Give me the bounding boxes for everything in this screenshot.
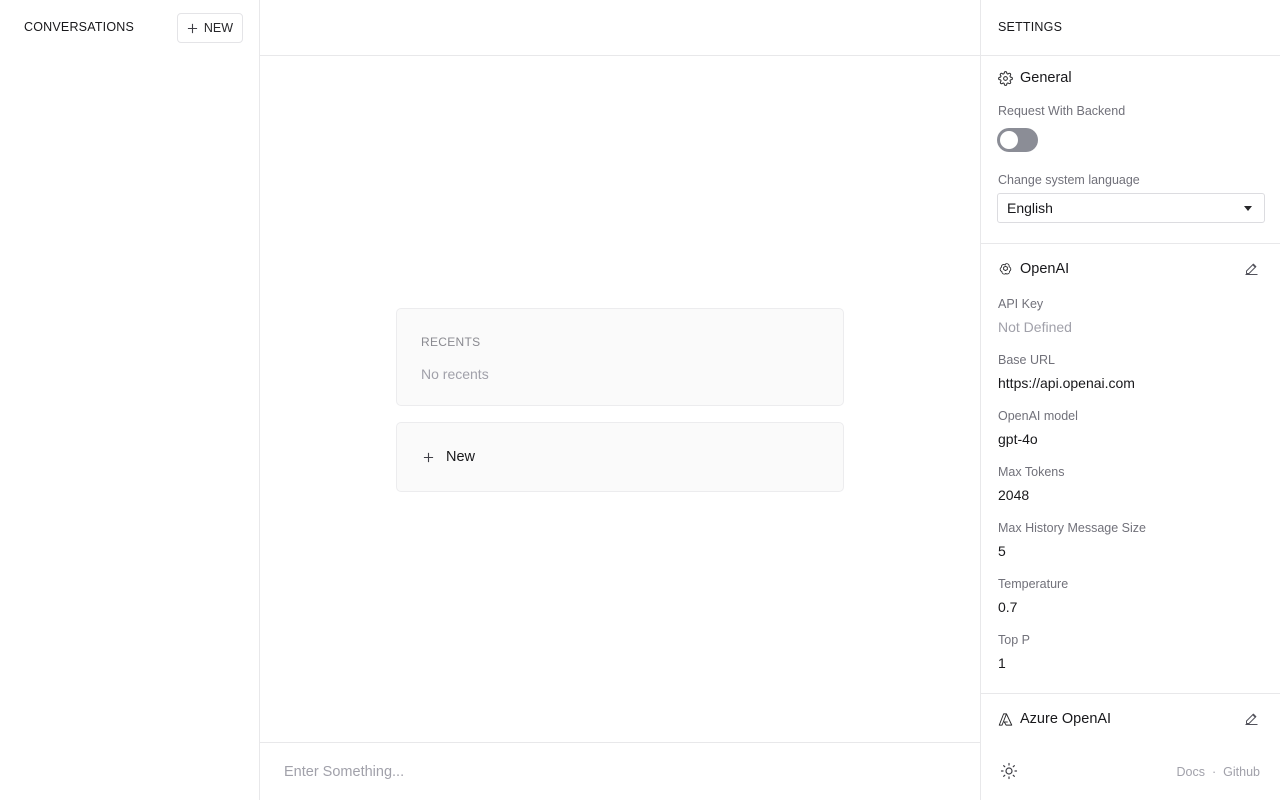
azure-section-header: Azure OpenAI <box>998 711 1111 727</box>
section-divider <box>981 243 1280 244</box>
settings-footer: Docs · Github <box>981 750 1280 794</box>
top-p-label: Top P <box>998 633 1030 647</box>
max-tokens-value[interactable]: 2048 <box>998 487 1029 503</box>
language-select[interactable]: English <box>997 193 1265 223</box>
max-history-label: Max History Message Size <box>998 521 1146 535</box>
top-p-value[interactable]: 1 <box>998 655 1006 671</box>
section-divider <box>981 693 1280 694</box>
max-history-value[interactable]: 5 <box>998 543 1006 559</box>
chat-input[interactable] <box>284 760 954 784</box>
new-conversation-button[interactable]: NEW <box>177 13 243 43</box>
toggle-knob <box>1000 131 1018 149</box>
language-select-value: English <box>1007 200 1053 216</box>
pencil-icon[interactable] <box>1244 711 1259 726</box>
settings-title: SETTINGS <box>998 20 1063 34</box>
language-label: Change system language <box>998 173 1140 187</box>
openai-section-label: OpenAI <box>1020 261 1070 277</box>
openai-section-header: OpenAI <box>998 261 1069 277</box>
chat-input-bar <box>260 742 980 800</box>
recents-title: RECENTS <box>421 335 481 349</box>
openai-logo-icon <box>999 262 1012 275</box>
request-with-backend-toggle[interactable] <box>997 128 1038 152</box>
new-card-label: New <box>446 449 476 465</box>
recents-empty-text: No recents <box>421 366 489 382</box>
sidebar-header: CONVERSATIONS NEW <box>0 0 259 55</box>
azure-logo-icon <box>998 712 1013 726</box>
openai-model-value[interactable]: gpt-4o <box>998 431 1038 447</box>
conversations-sidebar: CONVERSATIONS NEW <box>0 0 260 800</box>
github-link[interactable]: Github <box>1223 765 1260 779</box>
base-url-value[interactable]: https://api.openai.com <box>998 375 1135 391</box>
pencil-icon[interactable] <box>1244 261 1259 276</box>
caret-down-icon <box>1244 206 1252 211</box>
footer-separator: · <box>1211 765 1217 779</box>
new-conversation-label: NEW <box>203 21 234 35</box>
settings-panel: SETTINGS General Request With Backend Ch… <box>980 0 1280 800</box>
api-key-value[interactable]: Not Defined <box>998 319 1072 335</box>
plus-icon <box>423 452 434 462</box>
azure-section-label: Azure OpenAI <box>1020 711 1112 727</box>
main-topbar <box>260 0 980 56</box>
max-tokens-label: Max Tokens <box>998 465 1065 479</box>
main-area: RECENTS No recents New <box>260 0 980 800</box>
settings-header: SETTINGS <box>981 0 1280 56</box>
recents-card: RECENTS No recents <box>396 308 844 406</box>
request-with-backend-label: Request With Backend <box>998 104 1126 118</box>
temperature-value[interactable]: 0.7 <box>998 599 1017 615</box>
general-section-header: General <box>998 70 1072 86</box>
new-conversation-card[interactable]: New <box>396 422 844 492</box>
general-section-label: General <box>1020 70 1072 86</box>
sun-icon[interactable] <box>1000 762 1018 780</box>
footer-links: Docs · Github <box>1177 765 1261 779</box>
api-key-label: API Key <box>998 297 1044 311</box>
gear-icon <box>998 70 1013 86</box>
openai-model-label: OpenAI model <box>998 409 1078 423</box>
temperature-label: Temperature <box>998 577 1069 591</box>
base-url-label: Base URL <box>998 353 1055 367</box>
docs-link[interactable]: Docs <box>1177 765 1205 779</box>
plus-icon <box>187 23 197 33</box>
sidebar-title: CONVERSATIONS <box>24 20 135 34</box>
